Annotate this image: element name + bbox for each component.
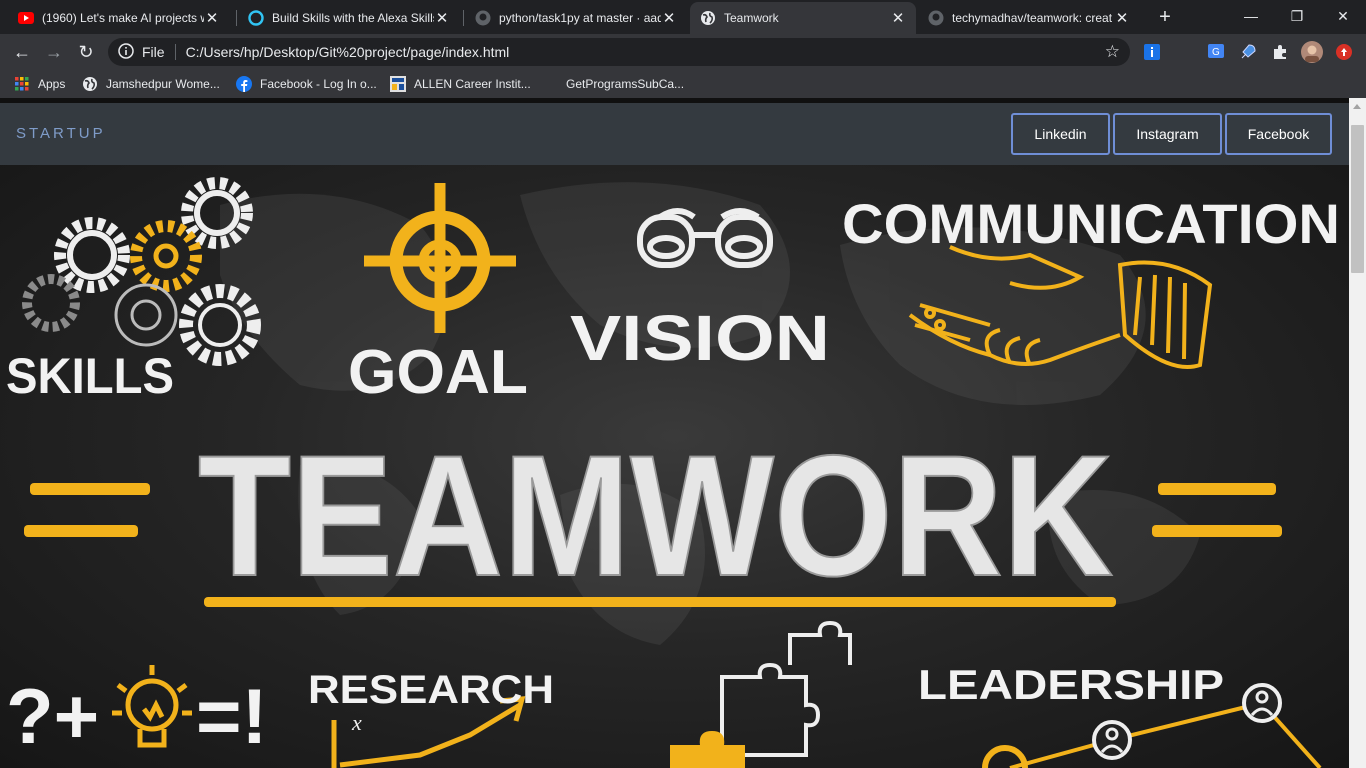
site-navbar: STARTUP Linkedin Instagram Facebook [0, 103, 1349, 165]
allen-icon [390, 76, 406, 92]
tab-separator [236, 10, 237, 26]
close-icon[interactable]: ✕ [890, 9, 906, 27]
apps-grid-icon [14, 76, 30, 92]
globe-icon [82, 76, 98, 92]
facebook-icon [236, 76, 252, 92]
tab-separator [463, 10, 464, 26]
idea-question-plus-text: ?+ [6, 672, 99, 760]
tab-alexa[interactable]: Build Skills with the Alexa Skills ✕ [238, 2, 460, 34]
forward-button[interactable]: → [42, 40, 66, 64]
scrollbar-thumb[interactable] [1351, 125, 1364, 273]
tab-teamwork[interactable]: Teamwork ✕ [690, 2, 916, 34]
teamwork-illustration: x SKILLS GOAL VISION COMMUNICATION TEAMW… [6, 177, 1340, 768]
instagram-button[interactable]: Instagram [1113, 113, 1222, 155]
bookmarks-bar: Apps Jamshedpur Wome... Facebook - Log I… [0, 70, 1366, 98]
gears-icon [22, 177, 261, 366]
teamwork-hero-image: x SKILLS GOAL VISION COMMUNICATION TEAMW… [0, 165, 1349, 768]
vision-text: VISION [570, 302, 830, 374]
tab-title: techymadhav/teamwork: creat [952, 11, 1113, 25]
address-bar[interactable]: File C:/Users/hp/Desktop/Git%20project/p… [108, 38, 1130, 66]
lightbulb-icon [112, 665, 192, 748]
close-icon[interactable]: ✕ [661, 9, 677, 27]
puzzle-piece-gold [670, 731, 745, 768]
rocket-extension-icon[interactable] [1236, 40, 1260, 64]
extensions-puzzle-icon[interactable] [1268, 40, 1292, 64]
extension-info-icon[interactable] [1140, 40, 1164, 64]
tab-github-python[interactable]: python/task1py at master · aad ✕ [465, 2, 687, 34]
research-x-label: x [351, 710, 362, 735]
update-icon[interactable] [1332, 40, 1356, 64]
bookmark-jamshedpur[interactable]: Jamshedpur Wome... [82, 74, 220, 94]
info-icon[interactable] [118, 42, 134, 62]
tab-strip: (1960) Let's make AI projects w ✕ Build … [0, 0, 1366, 34]
alexa-icon [248, 10, 264, 26]
linkedin-button[interactable]: Linkedin [1011, 113, 1110, 155]
bookmark-apps[interactable]: Apps [14, 74, 65, 94]
leadership-text: LEADERSHIP [918, 661, 1224, 708]
reload-button[interactable]: ↻ [74, 40, 98, 64]
github-icon [475, 10, 491, 26]
communication-text: COMMUNICATION [842, 192, 1340, 255]
facebook-button[interactable]: Facebook [1225, 113, 1332, 155]
tab-title: python/task1py at master · aad [499, 11, 661, 25]
url-text[interactable]: C:/Users/hp/Desktop/Git%20project/page/i… [186, 44, 510, 60]
tab-title: Teamwork [724, 11, 779, 25]
web-page: STARTUP Linkedin Instagram Facebook x SK… [0, 98, 1349, 768]
bookmark-allen[interactable]: ALLEN Career Instit... [390, 74, 531, 94]
idea-result-text: =! [196, 672, 268, 760]
back-button[interactable]: ← [10, 40, 34, 64]
teamwork-text: TEAMWORK [198, 420, 1113, 612]
profile-avatar[interactable] [1300, 40, 1324, 64]
address-separator [174, 44, 176, 60]
svg-text:G: G [1212, 47, 1220, 58]
research-text: RESEARCH [308, 668, 554, 712]
bookmark-label: GetProgramsSubCa... [566, 77, 685, 91]
bookmark-label: Facebook - Log In o... [260, 77, 377, 91]
tab-youtube[interactable]: (1960) Let's make AI projects w ✕ [8, 2, 230, 34]
bookmark-label: Jamshedpur Wome... [106, 77, 220, 91]
new-tab-button[interactable]: + [1154, 6, 1176, 28]
bookmark-facebook[interactable]: Facebook - Log In o... [236, 74, 377, 94]
skills-text: SKILLS [6, 348, 174, 404]
goal-text: GOAL [348, 338, 528, 407]
tab-title: Build Skills with the Alexa Skills [272, 11, 434, 25]
site-brand[interactable]: STARTUP [16, 125, 106, 142]
scheme-label: File [142, 44, 165, 60]
extension-translate-icon[interactable]: G [1204, 40, 1228, 64]
close-icon[interactable]: ✕ [434, 9, 450, 27]
tab-github-teamwork[interactable]: techymadhav/teamwork: creat ✕ [918, 2, 1140, 34]
github-icon [928, 10, 944, 26]
close-window-button[interactable]: ✕ [1320, 0, 1366, 32]
bookmark-getprograms[interactable]: GetProgramsSubCa... [566, 74, 684, 94]
minimize-button[interactable]: — [1228, 0, 1274, 32]
globe-icon [700, 10, 716, 26]
youtube-icon [18, 10, 34, 26]
close-icon[interactable]: ✕ [204, 9, 220, 27]
tab-title: (1960) Let's make AI projects w [42, 11, 204, 25]
bookmark-star-icon[interactable]: ☆ [1105, 42, 1120, 62]
close-icon[interactable]: ✕ [1114, 9, 1130, 27]
bookmark-label: ALLEN Career Instit... [414, 77, 531, 91]
scroll-up-arrow-icon[interactable] [1353, 104, 1361, 109]
restore-button[interactable]: ❐ [1274, 0, 1320, 32]
bookmark-label: Apps [38, 77, 66, 91]
puzzle-icon [720, 620, 852, 757]
